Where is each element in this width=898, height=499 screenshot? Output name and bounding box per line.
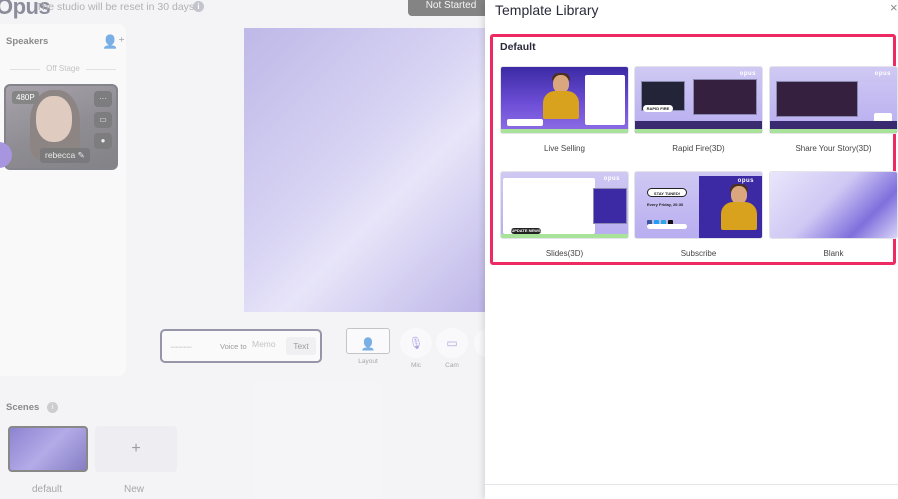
ticker-bar — [635, 129, 762, 133]
drawer-title: Template Library — [495, 2, 599, 18]
host-figure — [539, 73, 583, 119]
drawer-footer-divider — [485, 484, 898, 485]
close-icon[interactable]: × — [890, 0, 898, 15]
ticker-bar — [770, 129, 897, 133]
template-thumb-blank — [769, 171, 898, 239]
template-label: Rapid Fire(3D) — [672, 144, 725, 153]
template-slides[interactable]: opus UPDATE NEWS Slides(3D) — [500, 171, 629, 258]
template-rapid-fire[interactable]: opus RAPID FIRE Rapid Fire(3D) — [634, 66, 763, 153]
template-library-drawer: Template Library × Default Live Selling … — [485, 0, 898, 499]
template-label: Share Your Story(3D) — [795, 144, 872, 153]
template-label: Blank — [823, 249, 844, 258]
template-subscribe[interactable]: STAY TUNED! Every Friday, 20:30 opus Sub… — [634, 171, 763, 258]
template-label: Live Selling — [544, 144, 585, 153]
template-thumb-live-selling — [500, 66, 629, 134]
template-blank[interactable]: Blank — [769, 171, 898, 258]
ticker-bar — [501, 234, 628, 238]
opus-mark: opus — [874, 71, 891, 77]
every-friday-text: Every Friday, 20:30 — [647, 202, 684, 207]
template-label: Slides(3D) — [545, 249, 584, 258]
template-live-selling[interactable]: Live Selling — [500, 66, 629, 153]
host-screen — [593, 188, 627, 224]
caption-card — [507, 119, 543, 126]
template-thumb-rapid-fire: opus RAPID FIRE — [634, 66, 763, 134]
ticker-bar — [501, 129, 628, 133]
template-share-your-story[interactable]: opus Share Your Story(3D) — [769, 66, 898, 153]
rapid-fire-pill: RAPID FIRE — [643, 105, 673, 112]
story-screen — [776, 81, 858, 117]
section-title-default: Default — [500, 41, 536, 53]
template-label: Subscribe — [680, 249, 717, 258]
subscribe-pill — [647, 224, 687, 229]
host-figure — [717, 184, 761, 230]
screen-right — [693, 79, 757, 115]
opus-mark: opus — [603, 176, 620, 182]
template-thumb-slides: opus UPDATE NEWS — [500, 171, 629, 239]
template-thumb-subscribe: STAY TUNED! Every Friday, 20:30 opus — [634, 171, 763, 239]
opus-mark: opus — [739, 71, 756, 77]
stay-tuned-pill: STAY TUNED! — [647, 188, 687, 197]
opus-mark: opus — [737, 178, 754, 184]
slide-page — [503, 178, 595, 234]
product-card — [585, 75, 625, 125]
template-thumb-share-your-story: opus — [769, 66, 898, 134]
